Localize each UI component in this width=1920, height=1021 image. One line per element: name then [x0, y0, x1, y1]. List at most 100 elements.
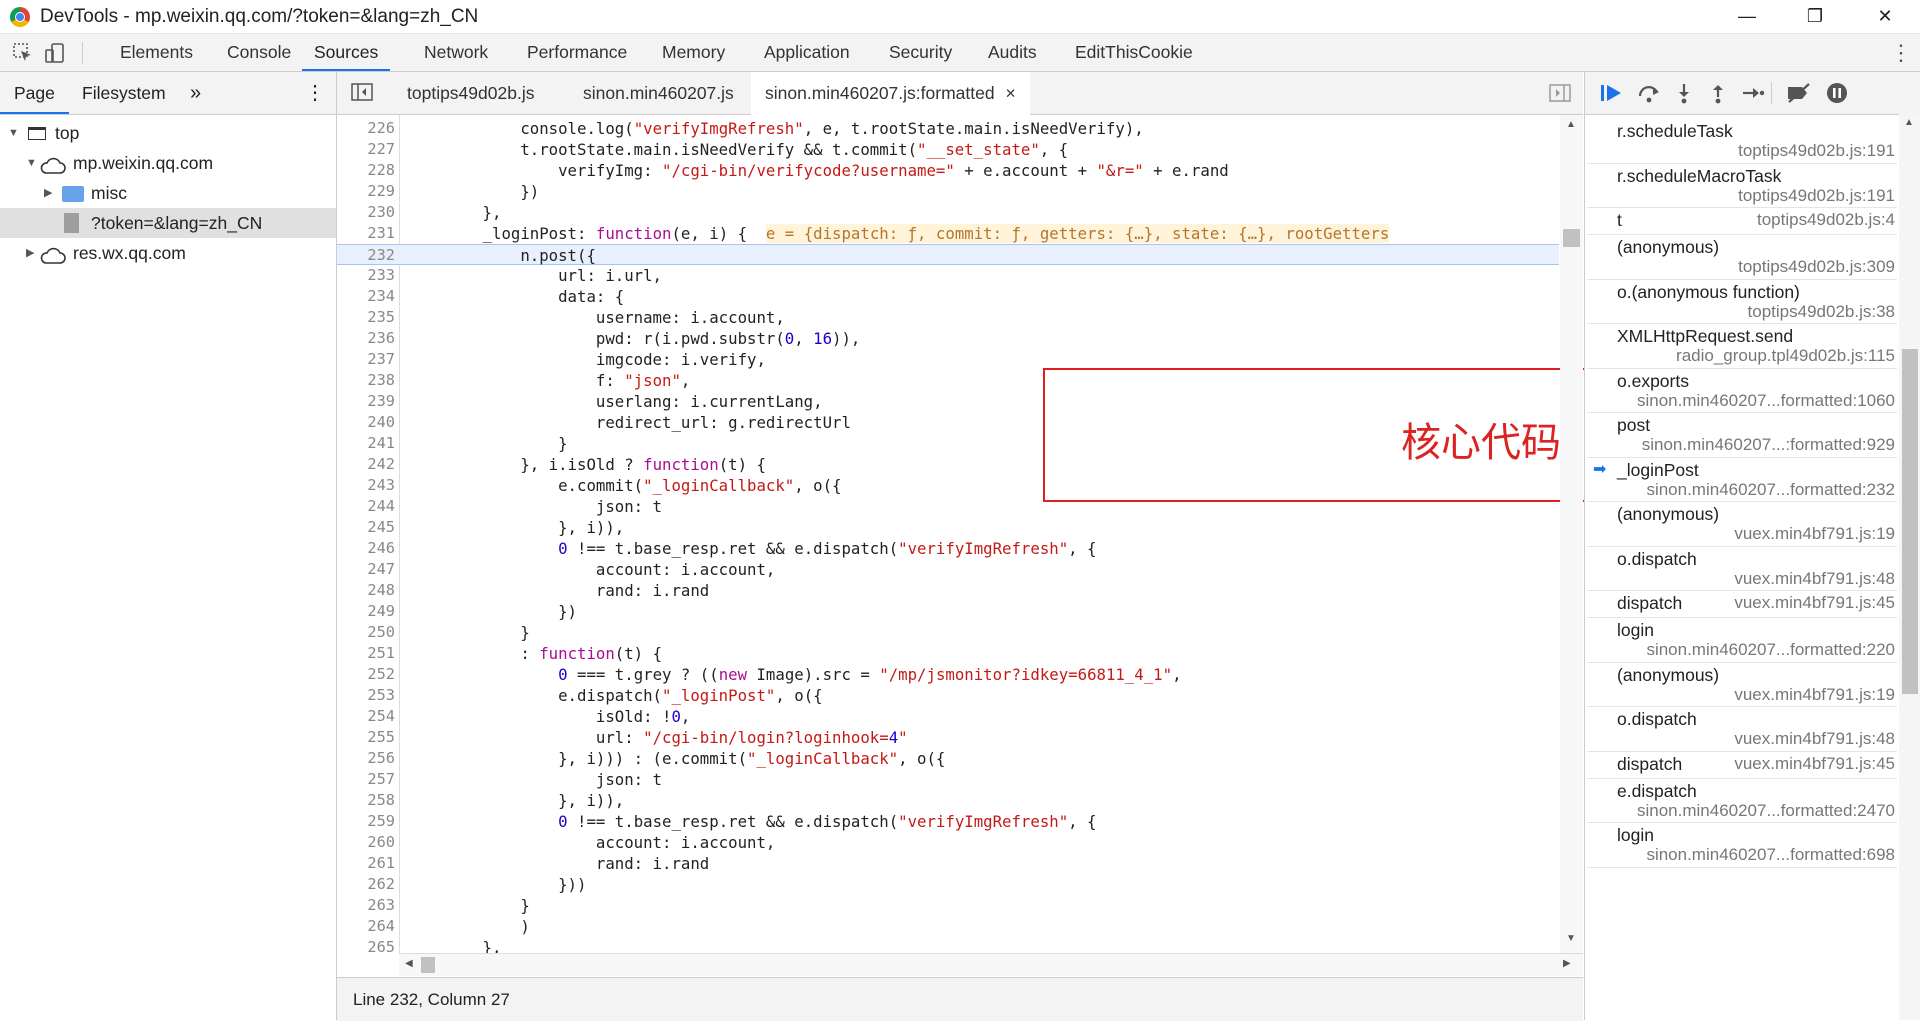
- line-number[interactable]: 247: [337, 559, 395, 580]
- code-line[interactable]: 250 }: [337, 622, 1559, 643]
- code-line[interactable]: 229 }): [337, 181, 1559, 202]
- tab-memory[interactable]: Memory: [662, 34, 725, 71]
- call-frame[interactable]: o.dispatch vuex.min4bf791.js:48: [1587, 706, 1897, 752]
- call-frame[interactable]: (anonymous) vuex.min4bf791.js:19: [1587, 501, 1897, 547]
- line-number[interactable]: 261: [337, 853, 395, 874]
- line-number[interactable]: 241: [337, 433, 395, 454]
- frame-location[interactable]: toptips49d02b.js:4: [1757, 210, 1895, 230]
- more-tabs-icon[interactable]: »: [190, 72, 201, 112]
- call-frame[interactable]: o.dispatch vuex.min4bf791.js:48: [1587, 546, 1897, 591]
- tree-item-res-wx[interactable]: ▶ res.wx.qq.com: [0, 238, 336, 268]
- code-line[interactable]: 261 rand: i.rand: [337, 853, 1559, 874]
- deactivate-breakpoints-icon[interactable]: [1785, 82, 1813, 109]
- line-number[interactable]: 253: [337, 685, 395, 706]
- frame-location[interactable]: sinon.min460207...formatted:698: [1646, 845, 1895, 865]
- file-tab-sinon-formatted[interactable]: sinon.min460207.js:formatted ×: [751, 72, 1030, 115]
- line-number[interactable]: 227: [337, 139, 395, 160]
- code-line[interactable]: 258 }, i)),: [337, 790, 1559, 811]
- expand-arrow-icon[interactable]: ▼: [8, 118, 19, 148]
- call-frame[interactable]: post sinon.min460207...:formatted:929: [1587, 412, 1897, 458]
- code-line[interactable]: 228 verifyImg: "/cgi-bin/verifycode?user…: [337, 160, 1559, 181]
- frame-location[interactable]: radio_group.tpl49d02b.js:115: [1676, 346, 1895, 366]
- line-number[interactable]: 232: [337, 245, 395, 266]
- tree-item-document[interactable]: ?token=&lang=zh_CN: [0, 208, 336, 238]
- tree-item-top[interactable]: ▼ top: [0, 118, 336, 148]
- call-frame[interactable]: e.dispatch sinon.min460207...formatted:24…: [1587, 778, 1897, 823]
- line-number[interactable]: 263: [337, 895, 395, 916]
- line-number[interactable]: 228: [337, 160, 395, 181]
- line-number[interactable]: 250: [337, 622, 395, 643]
- line-number[interactable]: 249: [337, 601, 395, 622]
- code-line[interactable]: 234 data: {: [337, 286, 1559, 307]
- line-number[interactable]: 238: [337, 370, 395, 391]
- line-number[interactable]: 262: [337, 874, 395, 895]
- close-window-button[interactable]: ✕: [1862, 2, 1908, 30]
- code-line[interactable]: 255 url: "/cgi-bin/login?loginhook=4": [337, 727, 1559, 748]
- inspect-element-icon[interactable]: [12, 42, 34, 69]
- line-number[interactable]: 248: [337, 580, 395, 601]
- tab-application[interactable]: Application: [764, 34, 850, 71]
- step-icon[interactable]: [1741, 82, 1765, 109]
- tab-network[interactable]: Network: [424, 34, 488, 71]
- file-tab-toptips[interactable]: toptips49d02b.js: [393, 72, 548, 114]
- code-line[interactable]: 236 pwd: r(i.pwd.substr(0, 16)),: [337, 328, 1559, 349]
- file-tab-sinon[interactable]: sinon.min460207.js: [569, 72, 748, 114]
- code-line[interactable]: 227 t.rootState.main.isNeedVerify && t.c…: [337, 139, 1559, 160]
- line-number[interactable]: 231: [337, 223, 395, 244]
- tree-item-misc[interactable]: ▶ misc: [0, 178, 336, 208]
- frame-location[interactable]: sinon.min460207...formatted:2470: [1637, 801, 1895, 821]
- call-frame[interactable]: login sinon.min460207...formatted:220: [1587, 617, 1897, 663]
- maximize-button[interactable]: ❐: [1792, 2, 1838, 30]
- call-frame[interactable]: XMLHttpRequest.send radio_group.tpl49d02b…: [1587, 323, 1897, 369]
- code-line[interactable]: 263 }: [337, 895, 1559, 916]
- scroll-down-icon[interactable]: ▼: [1566, 933, 1576, 944]
- step-out-icon[interactable]: [1707, 82, 1729, 109]
- call-frame[interactable]: t toptips49d02b.js:4: [1587, 207, 1897, 235]
- line-number[interactable]: 245: [337, 517, 395, 538]
- line-number[interactable]: 252: [337, 664, 395, 685]
- call-frame[interactable]: dispatch vuex.min4bf791.js:45: [1587, 751, 1897, 779]
- tab-security[interactable]: Security: [889, 34, 952, 71]
- frame-location[interactable]: toptips49d02b.js:309: [1738, 257, 1895, 277]
- close-tab-icon[interactable]: ×: [1005, 83, 1015, 103]
- frame-location[interactable]: sinon.min460207...formatted:232: [1646, 480, 1895, 500]
- code-line[interactable]: 251 : function(t) {: [337, 643, 1559, 664]
- step-into-icon[interactable]: [1673, 82, 1695, 109]
- line-number[interactable]: 237: [337, 349, 395, 370]
- horizontal-scrollbar[interactable]: ◀ ▶: [399, 953, 1583, 976]
- tab-page[interactable]: Page: [0, 72, 69, 114]
- code-line[interactable]: 262 })): [337, 874, 1559, 895]
- expand-arrow-icon[interactable]: ▶: [44, 178, 52, 208]
- minimize-button[interactable]: —: [1724, 2, 1770, 30]
- scroll-right-icon[interactable]: ▶: [1563, 958, 1571, 969]
- code-line[interactable]: 226 console.log("verifyImgRefresh", e, t…: [337, 118, 1559, 139]
- line-number[interactable]: 255: [337, 727, 395, 748]
- call-frame[interactable]: o.exports sinon.min460207...formatted:106…: [1587, 368, 1897, 413]
- call-frame[interactable]: (anonymous) vuex.min4bf791.js:19: [1587, 662, 1897, 707]
- code-editor[interactable]: 226 console.log("verifyImgRefresh", e, t…: [337, 115, 1559, 953]
- navigator-menu-icon[interactable]: ⋮: [305, 72, 325, 112]
- line-number[interactable]: 234: [337, 286, 395, 307]
- call-frame[interactable]: (anonymous) toptips49d02b.js:309: [1587, 234, 1897, 280]
- tree-item-mp-weixin[interactable]: ▼ mp.weixin.qq.com: [0, 148, 336, 178]
- line-number[interactable]: 236: [337, 328, 395, 349]
- call-frame[interactable]: login sinon.min460207...formatted:698: [1587, 822, 1897, 868]
- line-number[interactable]: 260: [337, 832, 395, 853]
- vertical-scrollbar[interactable]: ▲ ▼: [1560, 115, 1583, 953]
- tab-elements[interactable]: Elements: [120, 34, 193, 71]
- scroll-thumb[interactable]: [1563, 229, 1580, 247]
- line-number[interactable]: 258: [337, 790, 395, 811]
- frame-location[interactable]: toptips49d02b.js:191: [1738, 186, 1895, 206]
- frame-location[interactable]: sinon.min460207...:formatted:929: [1642, 435, 1895, 455]
- frame-location[interactable]: vuex.min4bf791.js:45: [1734, 593, 1895, 613]
- line-number[interactable]: 242: [337, 454, 395, 475]
- code-line[interactable]: 254 isOld: !0,: [337, 706, 1559, 727]
- tab-sources[interactable]: Sources: [302, 34, 391, 71]
- more-menu-icon[interactable]: ⋮: [1890, 40, 1912, 66]
- code-line[interactable]: 246 0 !== t.base_resp.ret && e.dispatch(…: [337, 538, 1559, 559]
- tab-console[interactable]: Console: [227, 34, 291, 71]
- tab-editthiscookie[interactable]: EditThisCookie: [1075, 34, 1193, 71]
- frame-location[interactable]: vuex.min4bf791.js:19: [1734, 524, 1895, 544]
- hscroll-thumb[interactable]: [421, 957, 435, 973]
- code-line[interactable]: 264 ): [337, 916, 1559, 937]
